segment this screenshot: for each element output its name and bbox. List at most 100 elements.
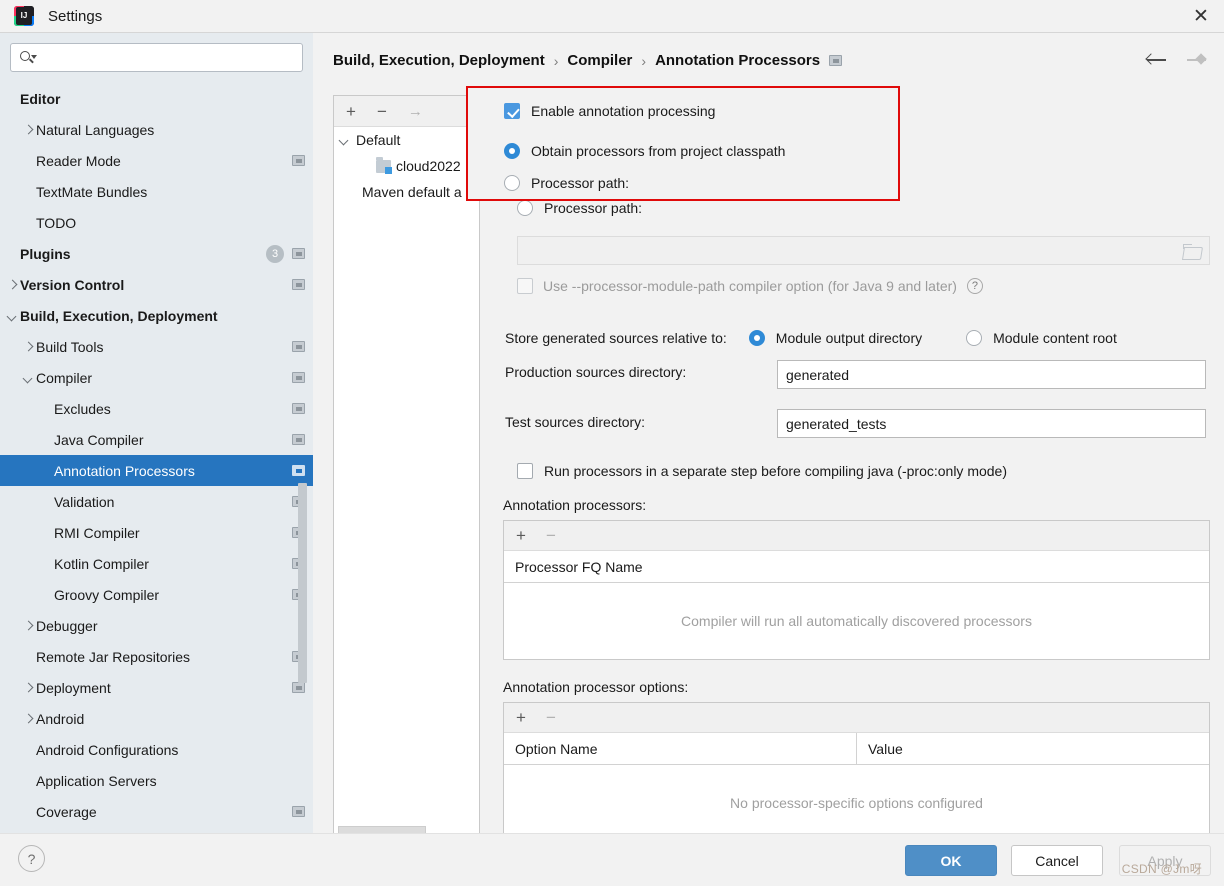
sidebar-item-reader-mode[interactable]: Reader Mode [0,145,313,176]
test-sources-input[interactable]: generated_tests [777,409,1206,438]
chevron-down-icon[interactable] [21,370,36,385]
sidebar-item-version-control[interactable]: Version Control [0,269,313,300]
sidebar-item-label: Build Tools [36,339,103,355]
module-content-root-radio[interactable] [966,330,982,346]
module-tree-row-module[interactable]: cloud2022 [334,153,479,179]
breadcrumb-item-compiler[interactable]: Compiler [567,52,632,69]
search-input[interactable] [37,47,302,69]
add-option-button[interactable]: + [516,709,526,726]
obtain-from-classpath-label: Obtain processors from project classpath [544,168,798,184]
forward-arrow-icon[interactable] [1185,49,1209,71]
remove-processor-button[interactable]: − [546,527,556,544]
sidebar-item-kotlin-compiler[interactable]: Kotlin Compiler [0,548,313,579]
cancel-button[interactable]: Cancel [1011,845,1103,876]
annotation-processor-options-toolbar: + − [504,703,1209,733]
sidebar-item-remote-jar-repositories[interactable]: Remote Jar Repositories [0,641,313,672]
production-sources-row: Production sources directory: [505,364,686,380]
module-content-root-label: Module content root [993,330,1117,346]
production-sources-input[interactable]: generated [777,360,1206,389]
chevron-right-icon[interactable] [21,122,36,137]
tree-indent-spacer [39,525,54,540]
sidebar-item-textmate-bundles[interactable]: TextMate Bundles [0,176,313,207]
chevron-right-icon[interactable] [21,711,36,726]
help-icon[interactable]: ? [967,278,983,294]
sidebar-item-excludes[interactable]: Excludes [0,393,313,424]
help-button[interactable]: ? [18,845,45,872]
chevron-right-icon[interactable] [5,277,20,292]
sidebar-item-build-execution-deployment[interactable]: Build, Execution, Deployment [0,300,313,331]
module-tree-row-default[interactable]: Default [334,127,479,153]
processor-path-radio[interactable] [517,200,533,216]
chevron-down-icon[interactable] [334,133,356,148]
column-header-option-name[interactable]: Option Name [504,733,856,764]
processor-path-label: Processor path: [544,200,642,216]
sidebar-item-plugins[interactable]: Plugins 3 [0,238,313,269]
processor-path-row[interactable]: Processor path: [517,200,642,216]
breadcrumb-item-annotation-processors[interactable]: Annotation Processors [655,52,820,69]
sidebar-item-todo[interactable]: TODO [0,207,313,238]
sidebar-item-label: Debugger [36,618,98,634]
processor-module-path-checkbox[interactable] [517,278,533,294]
sidebar-item-groovy-compiler[interactable]: Groovy Compiler [0,579,313,610]
column-header-value[interactable]: Value [856,733,1209,764]
sidebar-item-application-servers[interactable]: Application Servers [0,765,313,796]
sidebar-item-coverage[interactable]: Coverage [0,796,313,827]
obtain-from-classpath-radio[interactable] [517,168,533,184]
add-profile-button[interactable]: + [346,103,356,120]
ok-button[interactable]: OK [905,845,997,876]
enable-annotation-processing-row[interactable]: Enable annotation processing [517,128,728,144]
sidebar-item-compiler[interactable]: Compiler [0,362,313,393]
sidebar-item-rmi-compiler[interactable]: RMI Compiler [0,517,313,548]
settings-badge-icon [829,55,842,66]
sidebar-item-android[interactable]: Android [0,703,313,734]
sidebar-item-debugger[interactable]: Debugger [0,610,313,641]
sidebar-item-build-tools[interactable]: Build Tools [0,331,313,362]
close-icon[interactable]: ✕ [1178,0,1224,32]
sidebar-item-editor[interactable]: Editor [0,83,313,114]
sidebar-item-android-configurations[interactable]: Android Configurations [0,734,313,765]
enable-annotation-processing-checkbox[interactable] [517,128,533,144]
module-output-directory-radio[interactable] [749,330,765,346]
sidebar-scrollbar[interactable] [298,33,307,833]
chevron-right-icon[interactable] [21,339,36,354]
sidebar-item-deployment[interactable]: Deployment [0,672,313,703]
sidebar-item-label: Reader Mode [36,153,121,169]
processor-module-path-label: Use --processor-module-path compiler opt… [543,278,957,294]
sidebar-item-label: Android [36,711,84,727]
column-header-processor-fq-name[interactable]: Processor FQ Name [504,551,1209,582]
sidebar-item-annotation-processors[interactable]: Annotation Processors [0,455,313,486]
test-sources-row: Test sources directory: [505,414,645,430]
module-list-panel: + − → Default cloud2022 Maven default a [333,95,480,843]
separate-step-row[interactable]: Run processors in a separate step before… [517,463,1007,479]
sidebar-item-label: Plugins [20,246,71,262]
annotation-processors-header-row: Processor FQ Name [504,551,1209,583]
sidebar-item-java-compiler[interactable]: Java Compiler [0,424,313,455]
sidebar-item-label: TextMate Bundles [36,184,147,200]
processor-path-input[interactable] [517,236,1210,265]
breadcrumb-item-build[interactable]: Build, Execution, Deployment [333,52,545,69]
plugins-count-badge: 3 [266,245,284,263]
apply-button[interactable]: Apply [1119,845,1211,876]
chevron-down-icon[interactable] [5,308,20,323]
back-arrow-icon[interactable] [1145,49,1169,71]
chevron-right-icon[interactable] [21,618,36,633]
remove-profile-button[interactable]: − [377,103,387,120]
processor-module-path-row[interactable]: Use --processor-module-path compiler opt… [517,278,983,294]
move-to-profile-button[interactable]: → [408,104,423,119]
settings-window: IJ Settings ✕ EditorNatural LanguagesRea… [0,0,1224,886]
sidebar-item-validation[interactable]: Validation [0,486,313,517]
tree-indent-spacer [39,463,54,478]
folder-icon[interactable] [1183,244,1201,258]
chevron-right-icon[interactable] [21,680,36,695]
annotation-processors-title: Annotation processors: [503,497,646,513]
add-processor-button[interactable]: + [516,527,526,544]
test-sources-label: Test sources directory: [505,414,645,430]
separate-step-checkbox[interactable] [517,463,533,479]
obtain-from-classpath-row[interactable]: Obtain processors from project classpath [517,168,798,184]
search-box[interactable] [10,43,303,72]
sidebar-item-natural-languages[interactable]: Natural Languages [0,114,313,145]
module-tree-row-maven-default[interactable]: Maven default a [334,179,479,205]
intellij-idea-icon: IJ [14,6,34,26]
remove-option-button[interactable]: − [546,709,556,726]
enable-annotation-processing-label: Enable annotation processing [544,128,728,144]
